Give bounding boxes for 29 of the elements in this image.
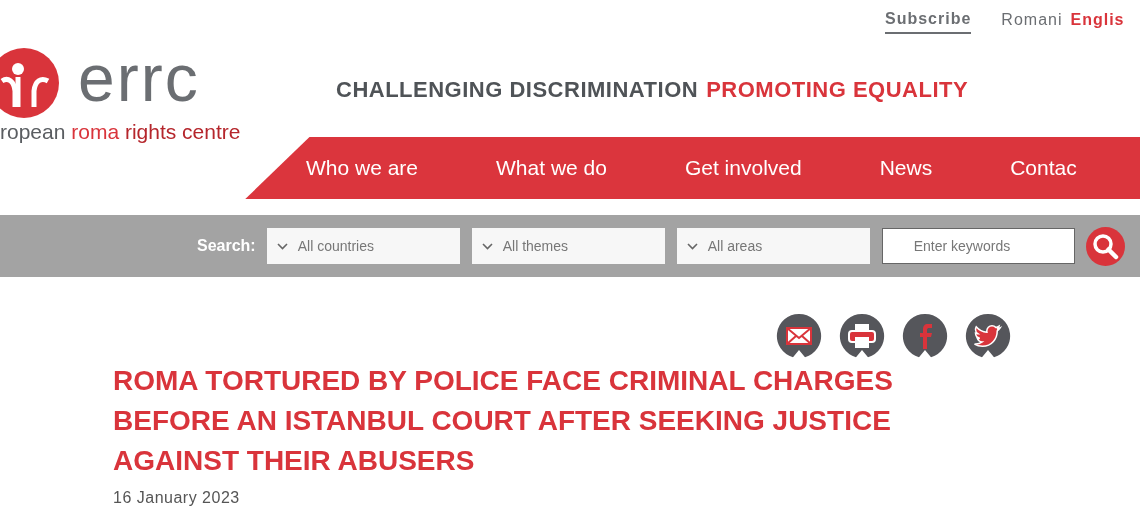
article-title: AGAINST THEIR ABUSERS [113, 444, 476, 478]
filter-dropdown[interactable]: All countries [266, 228, 460, 265]
nav-link[interactable]: Who we are [306, 152, 419, 184]
facebook-icon[interactable] [901, 313, 949, 359]
bird-icon[interactable] [964, 313, 1012, 359]
logo-wordmark: errc [78, 47, 200, 108]
article-title: BEFORE AN ISTANBUL COURT AFTER SEEKING JUSTICE [113, 404, 892, 438]
filter-dropdown[interactable]: All themes [471, 228, 665, 265]
chevron-down-icon [481, 242, 493, 250]
subscribe-link[interactable]: Subscribe [885, 6, 972, 34]
keywords-field[interactable]: Enter keywords [881, 228, 1075, 265]
filter-dropdown[interactable]: All areas [676, 228, 870, 265]
printer-icon[interactable] [838, 313, 886, 359]
nav-link[interactable]: What we do [496, 152, 607, 184]
nav-link[interactable]: Contac [1010, 152, 1077, 184]
language-link[interactable]: Englis [1070, 8, 1125, 33]
slogan-text: PROMOTING EQUALITY [706, 76, 969, 105]
slogan-text: CHALLENGING DISCRIMINATION [336, 76, 699, 105]
chevron-down-icon [686, 242, 698, 250]
logo-tagline: ropean roma rights centre [0, 120, 242, 143]
envelope-icon[interactable] [775, 313, 823, 359]
language-link[interactable]: Romani [1001, 8, 1063, 33]
search-label: Search: [197, 236, 256, 257]
search-icon[interactable] [1085, 226, 1125, 266]
nav-link[interactable]: News [879, 152, 933, 184]
chevron-down-icon [276, 242, 288, 250]
article-date: 16 January 2023 [113, 488, 241, 508]
nav-link[interactable]: Get involved [684, 152, 802, 184]
article-title: ROMA TORTURED BY POLICE FACE CRIMINAL CHARGES [113, 364, 894, 398]
